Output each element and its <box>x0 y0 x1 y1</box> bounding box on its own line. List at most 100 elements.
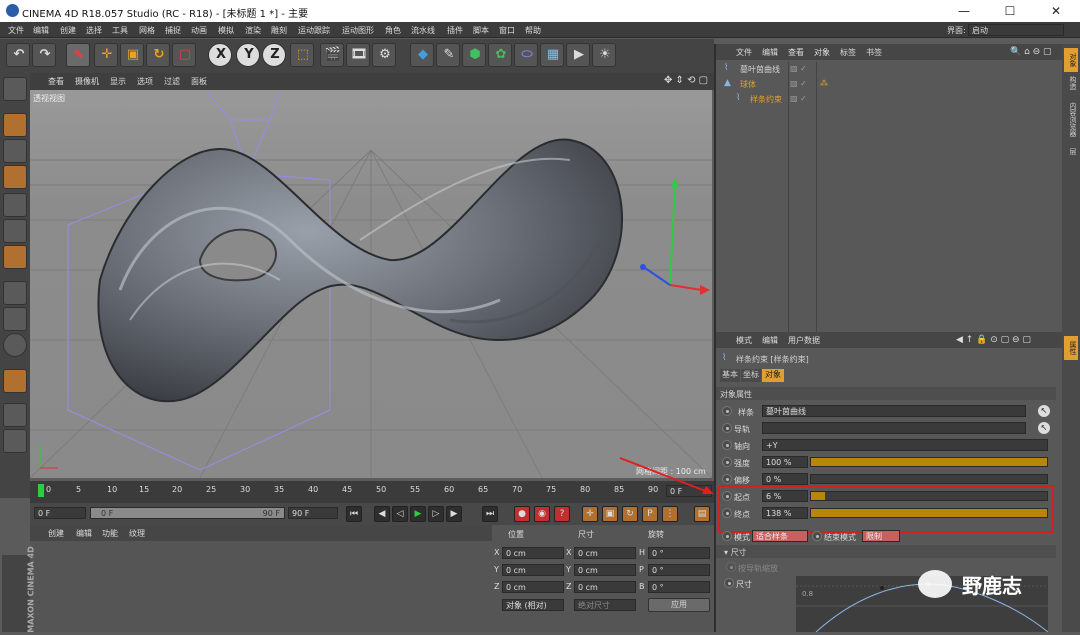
viewport-menu-options[interactable]: 选项 <box>137 76 153 87</box>
key-pla-icon[interactable]: ⋮ <box>662 506 678 522</box>
size-anim-toggle[interactable] <box>724 578 734 588</box>
model-mode-icon[interactable] <box>3 113 27 137</box>
material-menu-texture[interactable]: 纹理 <box>129 528 145 539</box>
cloner-icon[interactable]: ✿ <box>488 43 512 67</box>
auto-key-icon[interactable]: ◉ <box>534 506 550 522</box>
position-x-field[interactable]: 0 cm <box>502 547 564 559</box>
coord-mode-select[interactable]: 对象 (相对) <box>502 599 564 611</box>
tab-layers[interactable]: 层 <box>1064 148 1078 168</box>
tab-object[interactable]: 对象 <box>762 369 784 382</box>
render-picture-viewer-icon[interactable]: 🎞 <box>346 43 370 67</box>
visibility-dots-icon[interactable]: ▨ ✓ <box>790 64 807 73</box>
timeline-current-frame-marker[interactable] <box>38 484 44 497</box>
go-to-start-icon[interactable]: ⏮ <box>346 506 362 522</box>
pen-icon[interactable]: ✎ <box>436 43 460 67</box>
axis-mode-icon[interactable] <box>3 281 27 305</box>
workplane-mode-icon[interactable] <box>3 165 27 189</box>
timeline-window-icon[interactable]: ▤ <box>694 506 710 522</box>
x-axis-button[interactable]: X <box>208 43 232 67</box>
floor-icon[interactable]: ▦ <box>540 43 564 67</box>
cube-icon[interactable]: ◆ <box>410 43 434 67</box>
record-keys-icon[interactable]: ● <box>514 506 530 522</box>
spline-link-field[interactable]: 墓叶茵曲线 <box>762 405 1026 417</box>
viewport-menu-filter[interactable]: 过滤 <box>164 76 180 87</box>
perspective-viewport[interactable]: 透视视图 网格间距 : 100 cm <box>30 90 712 478</box>
menu-pipeline[interactable]: 流水线 <box>411 25 435 36</box>
size-x-field[interactable]: 0 cm <box>574 547 636 559</box>
end-frame-field[interactable]: 90 F <box>288 507 338 519</box>
menu-simulate[interactable]: 模拟 <box>218 25 234 36</box>
next-key-icon[interactable]: ▶ <box>446 506 462 522</box>
menu-edit[interactable]: 编辑 <box>33 25 49 36</box>
preview-range-slider[interactable]: 0 F 90 F <box>90 507 285 519</box>
redo-icon[interactable]: ↷ <box>32 43 56 67</box>
lock-workplane-icon[interactable] <box>3 429 27 453</box>
menu-select[interactable]: 选择 <box>86 25 102 36</box>
link-pick-icon[interactable]: ↖ <box>1038 422 1050 434</box>
axis-anim-toggle[interactable] <box>722 440 732 450</box>
scale-icon[interactable]: ▣ <box>120 43 144 67</box>
edges-mode-icon[interactable] <box>3 219 27 243</box>
tab-attributes[interactable]: 属性 <box>1064 336 1078 360</box>
key-param-icon[interactable]: P <box>642 506 658 522</box>
strength-field[interactable]: 100 % <box>762 456 808 468</box>
object-row[interactable]: ⌇ 样条约束 ▨ ✓ <box>716 92 1064 106</box>
size-y-field[interactable]: 0 cm <box>574 564 636 576</box>
menu-file[interactable]: 文件 <box>8 25 24 36</box>
menu-motion-tracking[interactable]: 运动跟踪 <box>298 25 330 36</box>
subdivision-icon[interactable]: ⬢ <box>462 43 486 67</box>
render-settings-icon[interactable]: ⚙ <box>372 43 396 67</box>
object-menu-file[interactable]: 文件 <box>736 47 752 58</box>
menu-character[interactable]: 角色 <box>385 25 401 36</box>
menu-script[interactable]: 脚本 <box>473 25 489 36</box>
viewport-menu-display[interactable]: 显示 <box>110 76 126 87</box>
position-y-field[interactable]: 0 cm <box>502 564 564 576</box>
menu-render[interactable]: 渲染 <box>245 25 261 36</box>
keyframe-selection-icon[interactable]: ? <box>554 506 570 522</box>
rotation-p-field[interactable]: 0 ° <box>648 564 710 576</box>
material-menu-function[interactable]: 功能 <box>102 528 118 539</box>
tab-takes[interactable]: 构造 <box>1064 76 1078 100</box>
camera-icon[interactable]: ▶ <box>566 43 590 67</box>
menu-mesh[interactable]: 网格 <box>139 25 155 36</box>
apply-button[interactable]: 应用 <box>648 598 710 612</box>
quantize-icon[interactable] <box>3 403 27 427</box>
tag-icon[interactable]: ⁂ <box>820 79 828 88</box>
magnet-icon[interactable] <box>3 369 27 393</box>
object-menu-objects[interactable]: 对象 <box>814 47 830 58</box>
viewport-menu-panel[interactable]: 面板 <box>191 76 207 87</box>
attribute-menu-edit[interactable]: 编辑 <box>762 335 778 346</box>
along-rail-toggle[interactable] <box>726 562 736 572</box>
link-pick-icon[interactable]: ↖ <box>1038 405 1050 417</box>
prev-frame-icon[interactable]: ◁ <box>392 506 408 522</box>
rail-link-field[interactable] <box>762 422 1026 434</box>
menu-help[interactable]: 帮助 <box>525 25 541 36</box>
mode-anim-toggle[interactable] <box>722 531 732 541</box>
maximize-button[interactable]: ☐ <box>987 0 1033 22</box>
menu-create[interactable]: 创建 <box>60 25 76 36</box>
object-menu-edit[interactable]: 编辑 <box>762 47 778 58</box>
tab-basic[interactable]: 基本 <box>720 369 740 382</box>
coordinate-system-icon[interactable]: ⬚ <box>290 43 314 67</box>
strength-anim-toggle[interactable] <box>722 457 732 467</box>
object-menu-tags[interactable]: 标签 <box>840 47 856 58</box>
menu-sculpt[interactable]: 雕刻 <box>271 25 287 36</box>
end-mode-select[interactable]: 限制 <box>862 530 900 542</box>
key-scale-icon[interactable]: ▣ <box>602 506 618 522</box>
object-menu-view[interactable]: 查看 <box>788 47 804 58</box>
visibility-dots-icon[interactable]: ▨ ✓ <box>790 94 807 103</box>
axis-select[interactable]: +Y <box>762 439 1048 451</box>
attribute-menu-userdata[interactable]: 用户数据 <box>788 335 820 346</box>
points-mode-icon[interactable] <box>3 193 27 217</box>
go-to-end-icon[interactable]: ⏭ <box>482 506 498 522</box>
next-frame-icon[interactable]: ▷ <box>428 506 444 522</box>
snap-icon[interactable] <box>3 333 27 357</box>
y-axis-button[interactable]: Y <box>236 43 260 67</box>
menu-snap[interactable]: 捕捉 <box>165 25 181 36</box>
undo-icon[interactable]: ↶ <box>6 43 30 67</box>
offset-anim-toggle[interactable] <box>722 474 732 484</box>
rotation-h-field[interactable]: 0 ° <box>648 547 710 559</box>
deformer-icon[interactable]: ⬭ <box>514 43 538 67</box>
render-view-icon[interactable]: 🎬 <box>320 43 344 67</box>
menu-window[interactable]: 窗口 <box>499 25 515 36</box>
